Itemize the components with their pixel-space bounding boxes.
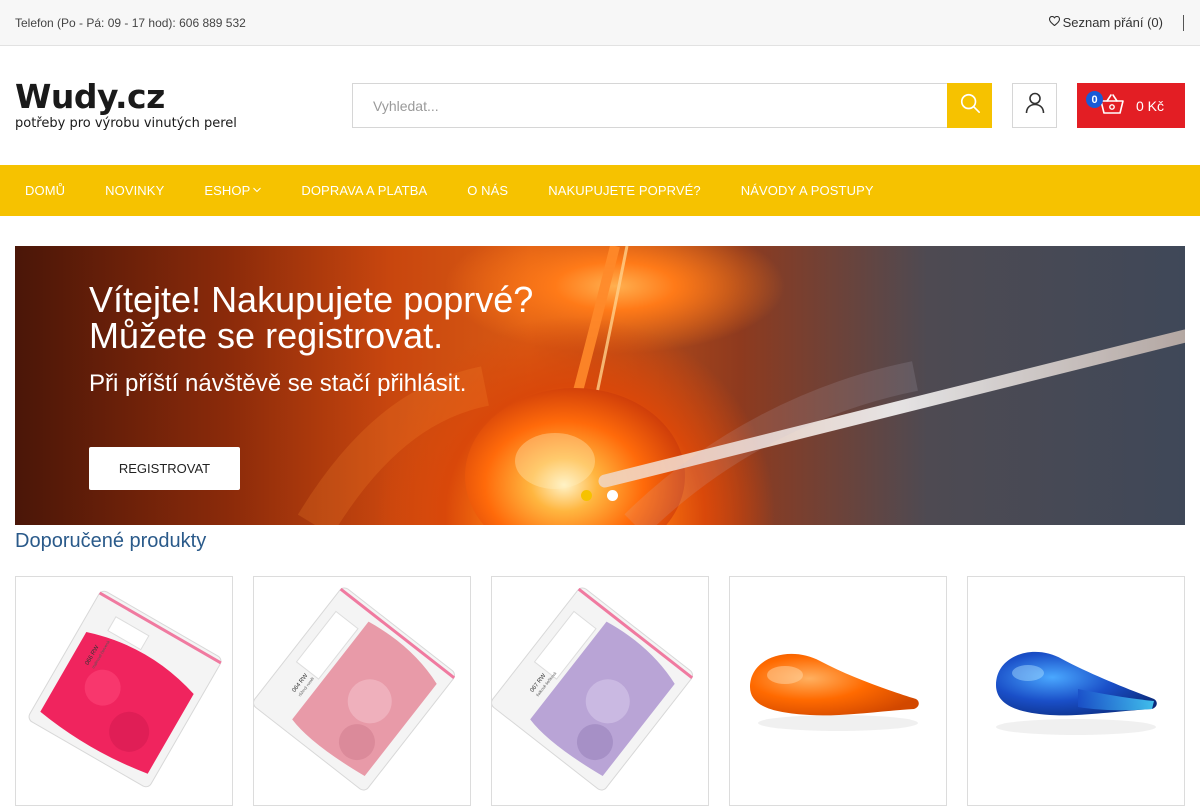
wishlist-label: Seznam přání (0) <box>1062 15 1163 30</box>
logo-name: Wudy.cz <box>15 77 165 116</box>
divider <box>1183 14 1184 31</box>
register-button[interactable]: REGISTROVAT <box>89 447 240 490</box>
product-image: 064 RW růžový ruměl <box>254 587 456 791</box>
search-button[interactable] <box>947 83 992 128</box>
product-image <box>750 653 919 731</box>
nav-item-news[interactable]: NOVINKY <box>85 183 184 198</box>
slider-dots <box>581 490 618 501</box>
header: Wudy.cz potřeby pro výrobu vinutých pere… <box>0 46 1200 165</box>
nav-item-eshop[interactable]: ESHOP <box>184 183 281 198</box>
product-image: 067 RW fialkově šeříková <box>492 587 694 791</box>
hero-slider: Vítejte! Nakupujete poprvé? Můžete se re… <box>15 246 1185 525</box>
product-card[interactable]: 067 RW fialkově šeříková <box>491 576 709 806</box>
hero-content: Vítejte! Nakupujete poprvé? Můžete se re… <box>89 282 533 398</box>
basket-icon <box>1099 93 1125 118</box>
product-card[interactable]: 064 RW růžový ruměl <box>253 576 471 806</box>
product-card[interactable] <box>729 576 947 806</box>
search-input[interactable] <box>352 83 947 128</box>
slider-dot-1[interactable] <box>581 490 592 501</box>
main-nav: DOMŮ NOVINKY ESHOP DOPRAVA A PLATBA O NÁ… <box>0 165 1200 216</box>
hero-title-line1: Vítejte! Nakupujete poprvé? <box>89 279 534 320</box>
user-icon <box>1025 92 1045 119</box>
hero-title-line2: Můžete se registrovat. <box>89 315 444 356</box>
chevron-down-icon <box>253 186 262 195</box>
product-list: 066 RW malinově červená 064 RW růžový ru… <box>15 576 1185 806</box>
topbar-right: Seznam přání (0) <box>1048 14 1185 31</box>
hero-subtitle: Při příští návštěvě se stačí přihlásit. <box>89 370 467 397</box>
phone-text: Telefon (Po - Pá: 09 - 17 hod): 606 889 … <box>15 15 246 30</box>
product-image <box>996 651 1157 735</box>
nav-item-home[interactable]: DOMŮ <box>5 183 85 198</box>
cart-button[interactable]: 0 0 Kč <box>1077 83 1185 128</box>
logo-tagline: potřeby pro výrobu vinutých perel <box>15 116 237 131</box>
nav-item-eshop-label: ESHOP <box>204 183 251 198</box>
recommended-title: Doporučené produkty <box>15 530 207 552</box>
nav-item-about[interactable]: O NÁS <box>447 183 528 198</box>
logo[interactable]: Wudy.cz potřeby pro výrobu vinutých pere… <box>15 77 237 132</box>
account-button[interactable] <box>1012 83 1057 128</box>
nav-item-shipping[interactable]: DOPRAVA A PLATBA <box>281 183 447 198</box>
nav-item-guides[interactable]: NÁVODY A POSTUPY <box>721 183 894 198</box>
product-card[interactable] <box>967 576 1185 806</box>
cart-count-badge: 0 <box>1086 91 1103 108</box>
search-bar <box>352 83 992 128</box>
search-icon <box>959 92 981 119</box>
cart-total: 0 Kč <box>1136 97 1165 114</box>
slider-dot-2[interactable] <box>607 490 618 501</box>
heart-icon <box>1048 15 1060 29</box>
product-card[interactable]: 066 RW malinově červená <box>15 576 233 806</box>
top-bar: Telefon (Po - Pá: 09 - 17 hod): 606 889 … <box>0 0 1200 46</box>
product-image: 066 RW malinově červená <box>28 590 222 788</box>
wishlist-link[interactable]: Seznam přání (0) <box>1048 15 1163 30</box>
nav-item-first-time[interactable]: NAKUPUJETE POPRVÉ? <box>528 183 721 198</box>
